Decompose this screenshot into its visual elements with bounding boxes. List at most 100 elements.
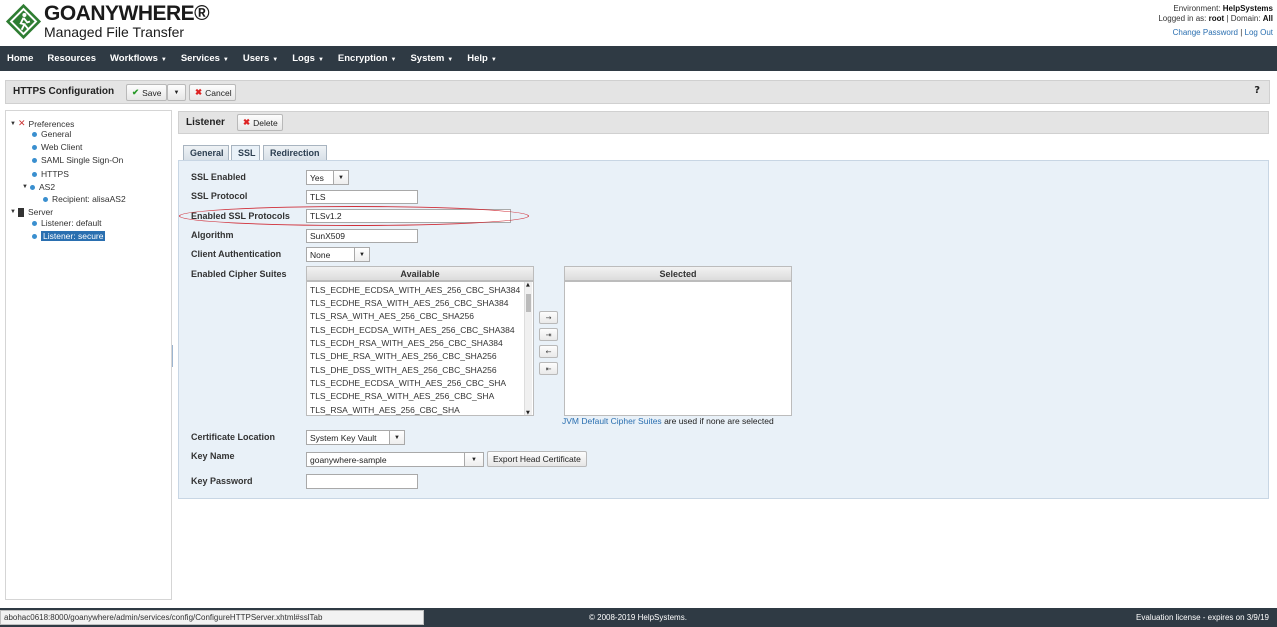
move-all-right-button[interactable]: ⇥	[539, 328, 558, 341]
nav-label: Resources	[47, 53, 96, 64]
move-all-left-button[interactable]: ⇤	[539, 362, 558, 375]
client-auth-select[interactable]: None ▼	[306, 247, 370, 262]
chevron-down-icon: ▼	[389, 431, 404, 444]
tab-redirection[interactable]: Redirection	[263, 145, 327, 160]
list-item[interactable]: TLS_ECDHE_ECDSA_WITH_AES_256_CBC_SHA	[310, 378, 506, 388]
tree-item-https[interactable]: HTTPS	[32, 169, 69, 179]
chevron-down-icon: ▼	[464, 453, 483, 466]
list-scrollbar[interactable]: ▲ ▼	[524, 282, 532, 415]
scroll-down-icon[interactable]: ▼	[526, 410, 530, 415]
goanywhere-logo-icon	[5, 3, 42, 40]
expand-triangle-icon: ▼	[22, 184, 28, 190]
nav-label: Services	[180, 53, 220, 64]
tree-item-saml[interactable]: SAML Single Sign-On	[32, 155, 123, 165]
available-cipher-list[interactable]: TLS_ECDHE_ECDSA_WITH_AES_256_CBC_SHA384 …	[306, 281, 534, 416]
server-icon	[18, 207, 24, 217]
tree-item-general[interactable]: General	[32, 129, 71, 139]
bullet-icon	[32, 220, 37, 226]
move-left-button[interactable]: ←	[539, 345, 558, 358]
list-item[interactable]: TLS_ECDHE_ECDSA_WITH_AES_256_CBC_SHA384	[310, 285, 520, 295]
list-item[interactable]: TLS_ECDHE_RSA_WITH_AES_256_CBC_SHA	[310, 391, 494, 401]
red-highlight-annotation	[179, 206, 529, 226]
nav-users[interactable]: Users ▼	[243, 53, 278, 64]
page-titlebar: HTTPS Configuration ✔ Save ▼ ✖ Cancel ?	[5, 80, 1270, 104]
tree-label-selected: Listener: secure	[41, 231, 106, 241]
list-item[interactable]: TLS_DHE_DSS_WITH_AES_256_CBC_SHA256	[310, 365, 497, 375]
save-dropdown-button[interactable]: ▼	[167, 84, 186, 101]
tree-item-web-client[interactable]: Web Client	[32, 142, 82, 152]
tree-item-listener-secure[interactable]: Listener: secure	[32, 231, 106, 241]
tree-node-server[interactable]: ▼ Server	[10, 207, 53, 217]
save-button[interactable]: ✔ Save	[126, 84, 167, 101]
scroll-thumb[interactable]	[526, 294, 531, 312]
tree-item-listener-default[interactable]: Listener: default	[32, 218, 101, 228]
nav-help[interactable]: Help ▼	[467, 53, 497, 64]
list-item[interactable]: TLS_RSA_WITH_AES_256_CBC_SHA256	[310, 311, 474, 321]
copyright-text: © 2008-2019 HelpSystems.	[589, 613, 687, 622]
available-list-header: Available	[306, 266, 534, 281]
domain-value[interactable]: All	[1263, 14, 1273, 23]
environment-info: Environment: HelpSystems Logged in as: r…	[1158, 4, 1273, 38]
nav-encryption[interactable]: Encryption ▼	[338, 53, 397, 64]
key-name-select[interactable]: goanywhere-sample ▼	[306, 452, 484, 467]
jvm-default-link[interactable]: JVM Default Cipher Suites	[562, 416, 662, 426]
tab-general[interactable]: General	[183, 145, 229, 160]
ssl-enabled-select[interactable]: Yes ▼	[306, 170, 349, 185]
env-value: HelpSystems	[1222, 4, 1273, 13]
chevron-down-icon: ▼	[317, 57, 324, 63]
brand-name: GOANYWHERE®	[44, 2, 210, 25]
list-item[interactable]: TLS_DHE_RSA_WITH_AES_256_CBC_SHA256	[310, 351, 497, 361]
chevron-down-icon: ▼	[390, 57, 397, 63]
expand-triangle-icon: ▼	[10, 209, 16, 215]
tree-node-as2[interactable]: ▼ AS2	[22, 182, 55, 192]
delete-button[interactable]: ✖ Delete	[237, 114, 283, 131]
tree-item-recipient[interactable]: Recipient: alisaAS2	[43, 194, 126, 204]
nav-services[interactable]: Services ▼	[181, 53, 229, 64]
scroll-up-icon[interactable]: ▲	[526, 282, 530, 288]
jvm-note-text: are used if none are selected	[664, 416, 774, 426]
export-head-certificate-button[interactable]: Export Head Certificate	[487, 451, 587, 467]
domain-label: | Domain:	[1226, 13, 1261, 23]
algorithm-input[interactable]: SunX509	[306, 229, 418, 243]
chevron-down-icon: ▼	[173, 89, 180, 96]
log-out-link[interactable]: Log Out	[1245, 28, 1273, 37]
move-right-button[interactable]: →	[539, 311, 558, 324]
client-auth-label: Client Authentication	[191, 249, 282, 259]
nav-workflows[interactable]: Workflows ▼	[110, 53, 167, 64]
header-separator: |	[1240, 28, 1243, 37]
main-nav: Home Resources Workflows ▼ Services ▼ User…	[0, 46, 1277, 71]
tree-label: AS2	[39, 182, 56, 192]
nav-logs[interactable]: Logs ▼	[292, 53, 324, 64]
help-button[interactable]: ?	[1254, 85, 1260, 96]
selected-cipher-list[interactable]	[564, 281, 792, 416]
ssl-protocol-label: SSL Protocol	[191, 191, 248, 201]
chevron-down-icon: ▼	[222, 57, 229, 63]
cancel-button[interactable]: ✖ Cancel	[189, 84, 236, 101]
list-item[interactable]: TLS_ECDHE_RSA_WITH_AES_256_CBC_SHA384	[310, 298, 508, 308]
ssl-protocol-input[interactable]: TLS	[306, 190, 418, 204]
logged-label: Logged in as:	[1158, 13, 1207, 23]
tree-node-preferences[interactable]: ▼ ✕ Preferences	[10, 118, 74, 129]
chevron-down-icon: ▼	[490, 57, 497, 63]
env-label: Environment:	[1173, 4, 1221, 13]
nav-resources[interactable]: Resources	[47, 53, 96, 64]
nav-system[interactable]: System ▼	[410, 53, 453, 64]
list-item[interactable]: TLS_ECDH_RSA_WITH_AES_256_CBC_SHA384	[310, 338, 503, 348]
export-label: Export Head Certificate	[493, 454, 581, 464]
cancel-label: Cancel	[205, 87, 232, 98]
list-item[interactable]: TLS_ECDH_ECDSA_WITH_AES_256_CBC_SHA384	[310, 325, 515, 335]
nav-label: Users	[242, 53, 270, 64]
select-value: Yes	[310, 173, 324, 183]
algorithm-label: Algorithm	[191, 230, 234, 240]
nav-home[interactable]: Home	[7, 53, 33, 64]
jvm-note: JVM Default Cipher Suites are used if no…	[562, 416, 774, 426]
status-url: abohac0618:8000/goanywhere/admin/service…	[0, 610, 424, 625]
list-item[interactable]: TLS_RSA_WITH_AES_256_CBC_SHA	[310, 405, 460, 415]
tab-ssl[interactable]: SSL	[231, 145, 260, 160]
change-password-link[interactable]: Change Password	[1173, 28, 1238, 37]
cert-location-select[interactable]: System Key Vault ▼	[306, 430, 405, 445]
panel-splitter[interactable]	[172, 345, 176, 367]
key-password-input[interactable]	[306, 474, 418, 489]
ssl-enabled-label: SSL Enabled	[191, 172, 246, 182]
nav-label: Help	[467, 53, 488, 64]
